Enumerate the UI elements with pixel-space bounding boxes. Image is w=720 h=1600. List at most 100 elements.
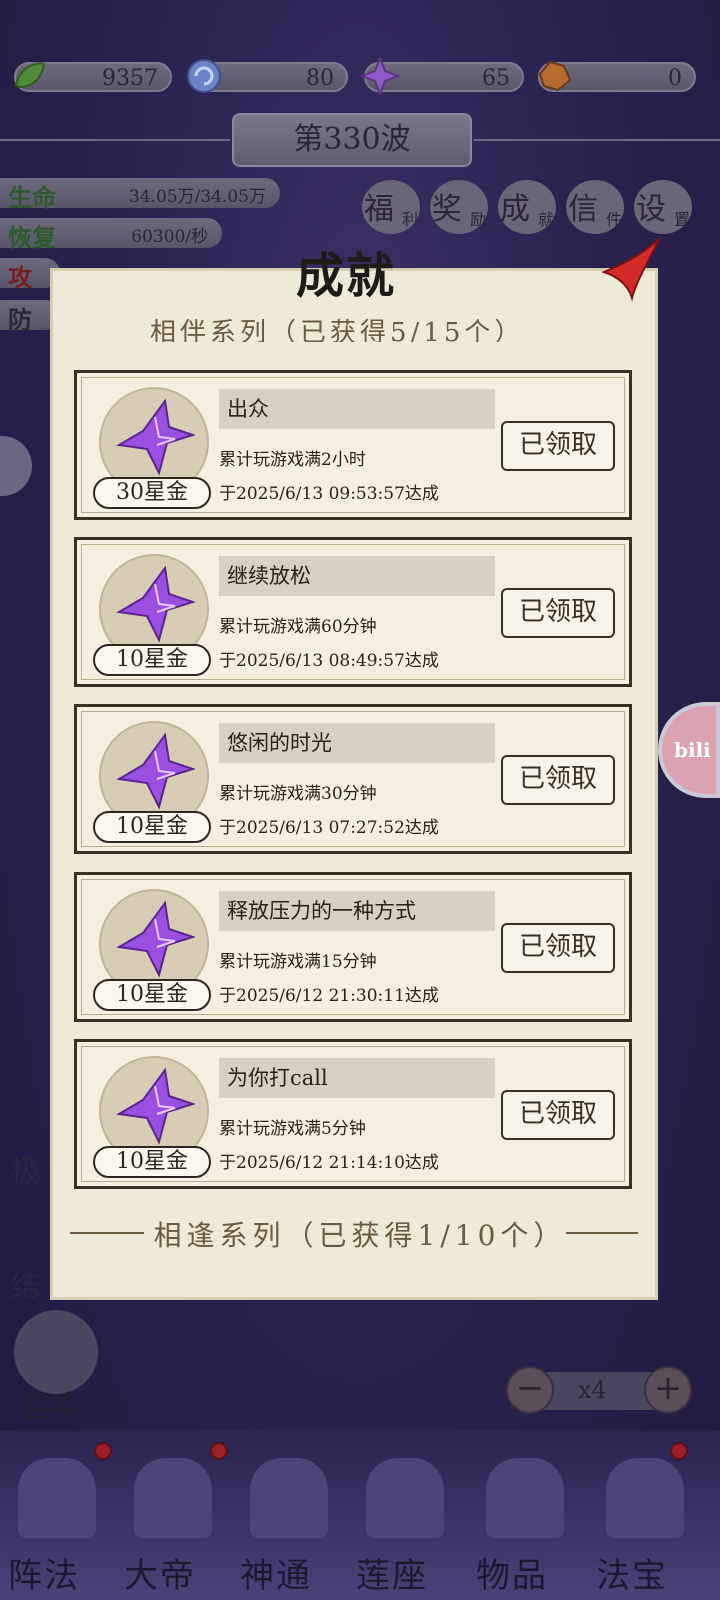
achievement-date: 于2025/6/12 21:30:11达成 <box>219 986 439 1006</box>
claimed-button[interactable]: 已领取 <box>501 923 615 973</box>
nav-formation[interactable]: 阵法 <box>2 1442 112 1600</box>
divider <box>474 139 720 141</box>
settings-button[interactable]: 设置 <box>634 180 692 234</box>
purple-star-icon <box>360 56 400 96</box>
button-label: 信 <box>568 192 598 227</box>
achievement-name: 为你打call <box>227 1066 328 1090</box>
stat-label: 恢复 <box>8 223 56 252</box>
resource-star[interactable]: 65 <box>360 56 524 96</box>
claimed-button[interactable]: 已领取 <box>501 1090 615 1140</box>
nav-emperor[interactable]: 大帝 <box>118 1442 228 1600</box>
resource-leaf[interactable]: 9357 <box>14 62 172 92</box>
formation-icon <box>18 1458 96 1538</box>
nav-label: 物品 <box>476 1556 548 1596</box>
lotus-icon <box>366 1458 444 1538</box>
mail-button[interactable]: 信件 <box>566 180 624 234</box>
achievement-card: 30星金 出众 累计玩游戏满2小时 于2025/6/13 09:53:57达成 … <box>74 370 632 520</box>
button-sublabel: 就 <box>537 210 554 229</box>
achievement-card: 10星金 继续放松 累计玩游戏满60分钟 于2025/6/13 08:49:57… <box>74 537 632 687</box>
resource-value: 65 <box>482 66 510 91</box>
stat-hp: 生命 34.05万/34.05万 <box>0 178 280 212</box>
achievement-date: 于2025/6/13 07:27:52达成 <box>219 818 439 838</box>
stat-label: 生命 <box>8 183 56 212</box>
side-label: 极 <box>10 1154 40 1189</box>
speed-increase-button[interactable]: + <box>644 1366 692 1414</box>
nav-label: 法宝 <box>596 1556 668 1596</box>
button-label: 奖 <box>432 192 462 227</box>
button-label: 福 <box>364 192 394 227</box>
achievement-date: 于2025/6/12 21:14:10达成 <box>219 1153 439 1173</box>
skill-icon <box>250 1458 328 1538</box>
series-header-bottom[interactable]: 相逢系列（已获得1/10个） <box>0 1214 720 1254</box>
reward-label: 30星金 <box>93 477 211 509</box>
close-icon[interactable] <box>598 232 668 302</box>
resource-ore[interactable]: 0 <box>538 60 696 92</box>
button-label: 设 <box>636 192 666 227</box>
notification-dot <box>210 1442 228 1460</box>
star-gem-icon <box>116 398 195 476</box>
achievement-button[interactable]: 成就 <box>498 180 556 234</box>
achievement-name: 悠闲的时光 <box>227 731 332 755</box>
reward-label: 10星金 <box>93 811 211 843</box>
orange-ore-icon <box>538 60 572 92</box>
stat-label: 攻 <box>8 263 32 292</box>
resource-orb[interactable]: 80 <box>187 59 348 93</box>
claimed-button[interactable]: 已领取 <box>501 755 615 805</box>
button-sublabel: 利 <box>401 210 418 229</box>
achievement-name: 出众 <box>227 397 269 421</box>
achievement-desc: 累计玩游戏满5分钟 <box>219 1119 366 1139</box>
speed-decrease-button[interactable]: − <box>506 1366 554 1414</box>
bili-float-button[interactable]: bili <box>658 702 720 798</box>
modal-title: 成就 <box>296 248 397 304</box>
achievement-name: 释放压力的一种方式 <box>227 899 416 923</box>
star-gem-icon <box>116 565 195 643</box>
reward-label: 10星金 <box>93 644 211 676</box>
achievement-card: 10星金 释放压力的一种方式 累计玩游戏满15分钟 于2025/6/12 21:… <box>74 872 632 1022</box>
resource-value: 80 <box>306 66 334 91</box>
achievement-desc: 累计玩游戏满60分钟 <box>219 617 377 637</box>
reward-button[interactable]: 奖励 <box>430 180 488 234</box>
achievement-date: 于2025/6/13 08:49:57达成 <box>219 651 439 671</box>
claimed-button[interactable]: 已领取 <box>501 421 615 471</box>
notification-dot <box>94 1442 112 1460</box>
treasure-icon <box>606 1458 684 1538</box>
resource-value: 0 <box>668 66 682 91</box>
summon-button[interactable]: 召唤 <box>14 1310 100 1425</box>
stat-value: 60300/秒 <box>131 227 208 247</box>
star-gem-icon <box>116 1067 195 1145</box>
stat-label: 防 <box>8 305 32 334</box>
crystal-icon <box>486 1458 564 1538</box>
summon-label: 召唤 <box>20 1390 80 1425</box>
button-sublabel: 励 <box>469 210 486 229</box>
achievement-desc: 累计玩游戏满2小时 <box>219 450 366 470</box>
nav-treasure[interactable]: 法宝 <box>590 1442 700 1600</box>
chat-bubble-icon[interactable] <box>0 436 32 496</box>
green-leaf-icon <box>14 62 46 88</box>
reward-label: 10星金 <box>93 979 211 1011</box>
nav-label: 神通 <box>240 1556 312 1596</box>
nav-label: 莲座 <box>356 1556 428 1596</box>
speed-value: x4 <box>578 1376 607 1404</box>
button-label: 成 <box>500 192 530 227</box>
stat-regen: 恢复 60300/秒 <box>0 218 222 252</box>
notification-dot <box>670 1442 688 1460</box>
achievement-name: 继续放松 <box>227 564 311 588</box>
achievement-desc: 累计玩游戏满30分钟 <box>219 784 377 804</box>
nav-label: 大帝 <box>124 1556 196 1596</box>
resource-value: 9357 <box>102 66 158 91</box>
achievement-card: 10星金 为你打call 累计玩游戏满5分钟 于2025/6/12 21:14:… <box>74 1039 632 1189</box>
welfare-button[interactable]: 福利 <box>362 180 420 234</box>
nav-skill[interactable]: 神通 <box>234 1448 344 1600</box>
star-gem-icon <box>116 900 195 978</box>
emperor-icon <box>134 1458 212 1538</box>
nav-items[interactable]: 物品 <box>470 1448 580 1600</box>
achievement-date: 于2025/6/13 09:53:57达成 <box>219 484 439 504</box>
speed-control: − x4 + <box>506 1364 692 1418</box>
nav-label: 阵法 <box>8 1556 80 1596</box>
side-label: 结 <box>10 1270 40 1305</box>
series-header-top: 相伴系列（已获得5/15个） <box>150 318 525 342</box>
claimed-button[interactable]: 已领取 <box>501 588 615 638</box>
achievement-desc: 累计玩游戏满15分钟 <box>219 952 377 972</box>
button-sublabel: 置 <box>673 210 690 229</box>
nav-lotus[interactable]: 莲座 <box>350 1448 460 1600</box>
